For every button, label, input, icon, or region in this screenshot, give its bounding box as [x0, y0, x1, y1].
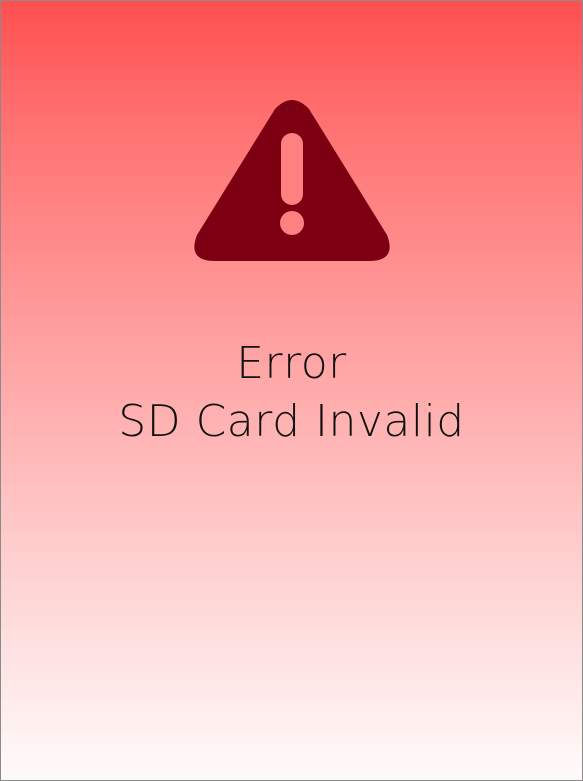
error-title: Error — [236, 338, 347, 389]
error-detail: SD Card Invalid — [118, 396, 465, 447]
error-screen: Error SD Card Invalid — [0, 0, 583, 781]
warning-triangle-icon — [194, 100, 390, 261]
error-message: Error SD Card Invalid — [1, 335, 582, 451]
